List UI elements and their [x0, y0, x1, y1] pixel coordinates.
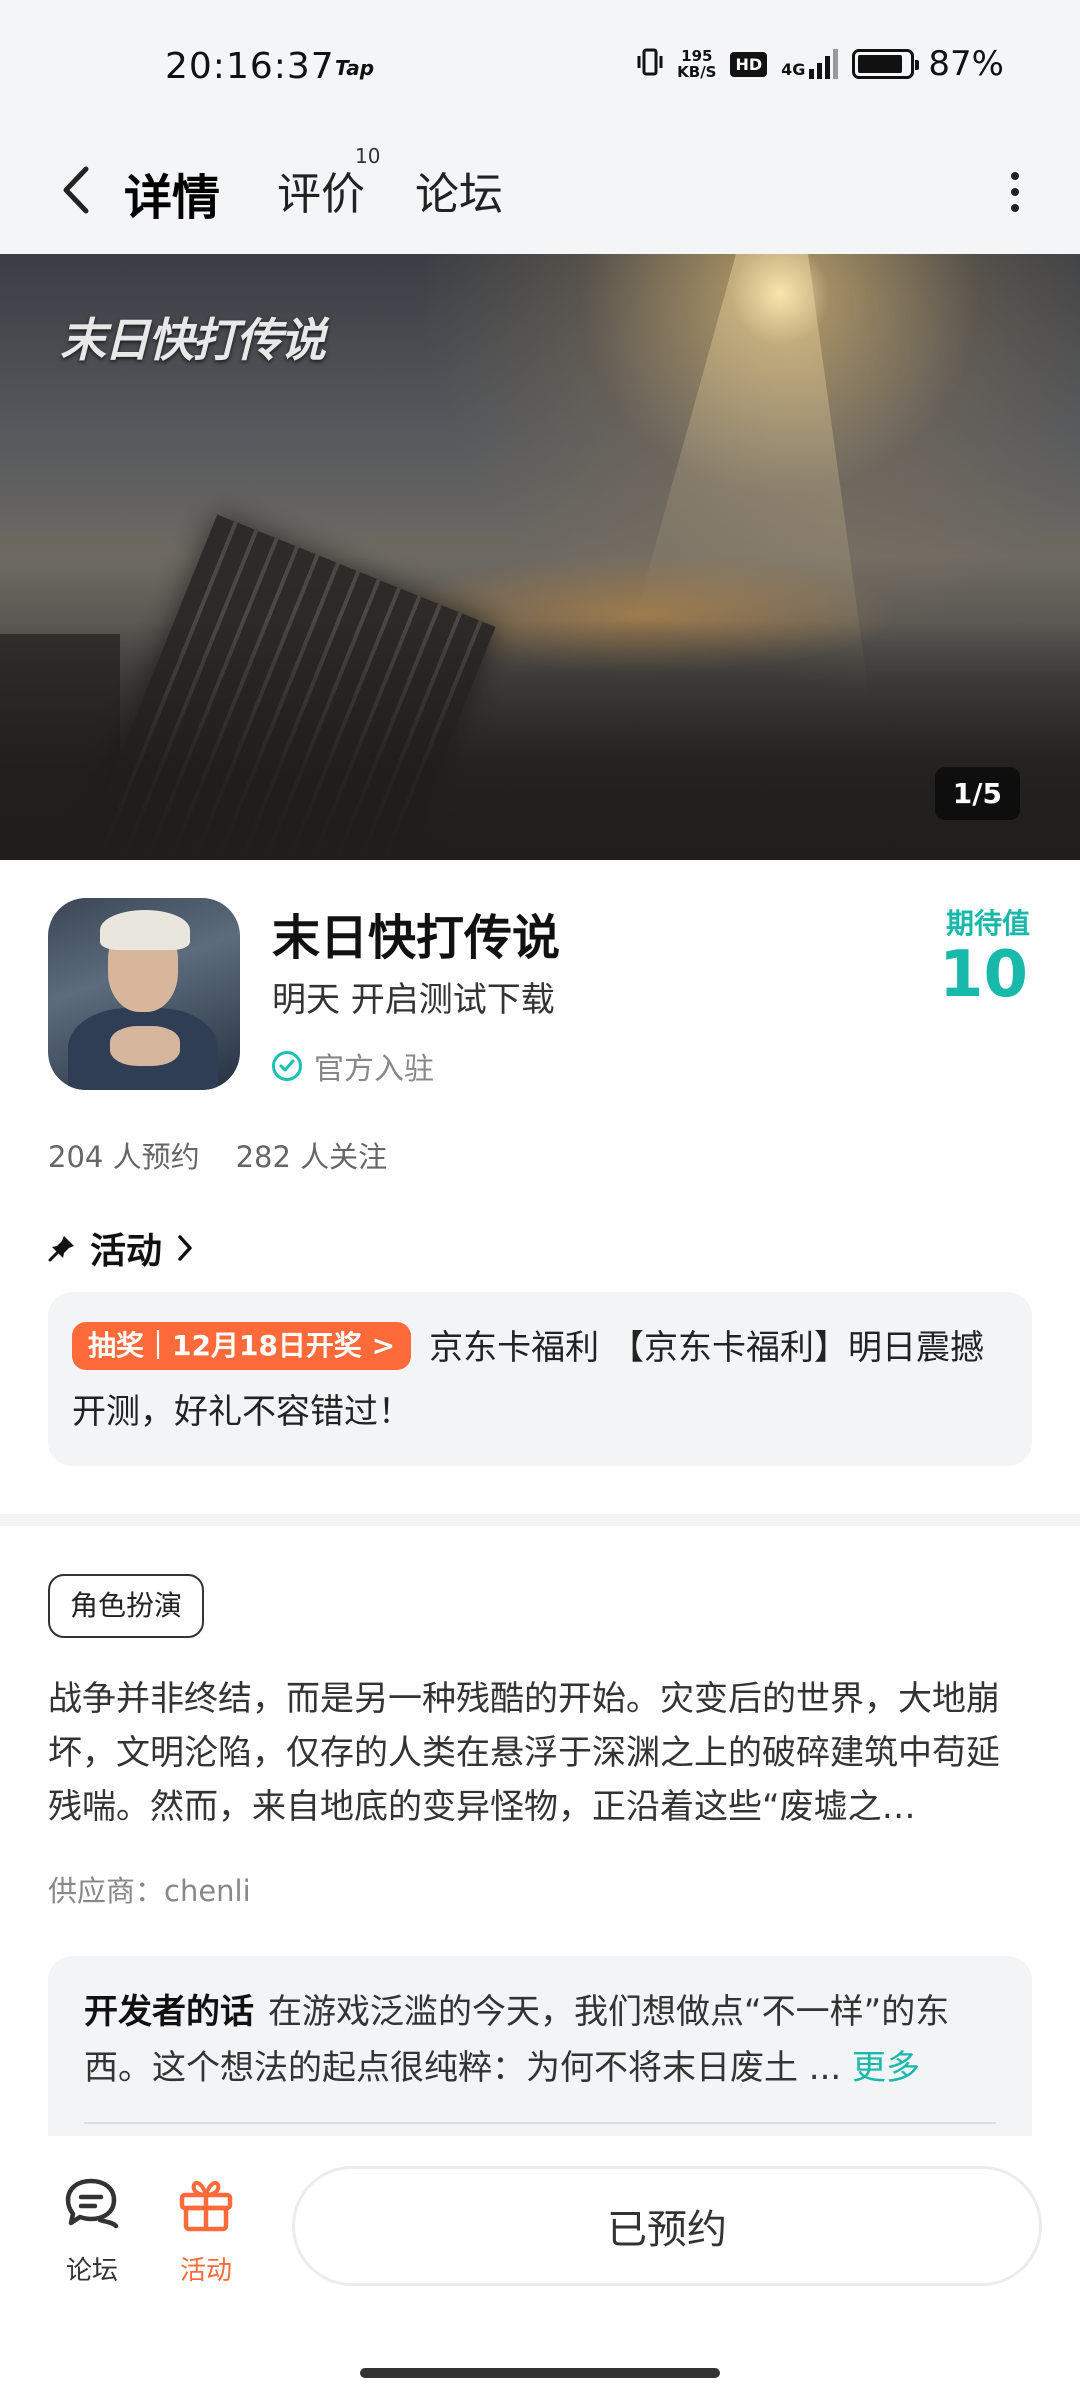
- supplier-label: 供应商：chenli: [48, 1874, 251, 1908]
- net-speed: 195 KB/S: [677, 48, 716, 80]
- activity-content: 抽奖｜12月18日开奖 > 京东卡福利 【京东卡福利】明日震撼开测，好礼不容错过！: [72, 1316, 1008, 1444]
- back-arrow-icon[interactable]: [50, 160, 100, 220]
- game-app-icon: [48, 898, 240, 1090]
- bottom-activity-button[interactable]: 活动: [156, 2172, 256, 2287]
- hd-icon: HD: [730, 51, 768, 77]
- genre-tag[interactable]: 角色扮演: [48, 1574, 205, 1638]
- lottery-tag: 抽奖｜12月18日开奖 >: [72, 1322, 412, 1370]
- game-description[interactable]: 战争并非终结，而是另一种残酷的开始。灾变后的世界，大地崩坏，文明沦陷，仅存的人类…: [48, 1672, 1032, 1834]
- tab-review[interactable]: 评价: [277, 158, 365, 222]
- battery-percent: 87%: [928, 44, 1004, 84]
- official-badge: 官方入驻: [272, 1044, 434, 1088]
- tab-detail-label: 详情: [124, 170, 221, 226]
- top-nav: 详情 评价 10 论坛: [0, 130, 1080, 254]
- battery-icon: [852, 49, 920, 79]
- net-speed-unit: KB/S: [677, 63, 717, 81]
- status-time: 20:16:37: [165, 46, 335, 87]
- status-icons: 195 KB/S HD 4G 87%: [637, 44, 1004, 84]
- developer-note: 开发者的话 在游戏泛滥的今天，我们想做点“不一样”的东西。这个想法的起点很纯粹：为…: [84, 1984, 996, 2096]
- network-type: 4G: [781, 60, 806, 79]
- bottom-forum-button[interactable]: 论坛: [42, 2172, 142, 2287]
- network-4g-icon: 4G: [781, 49, 839, 79]
- forum-chat-icon: [60, 2172, 124, 2236]
- game-title: 末日快打传说: [272, 910, 561, 966]
- game-subtitle: 明天 开启测试下载: [272, 980, 555, 1020]
- tab-review-label: 评价: [277, 169, 365, 220]
- gift-icon: [174, 2172, 238, 2236]
- check-circle-icon: [272, 1051, 302, 1081]
- tap-notification-icon: Tap: [335, 56, 375, 80]
- screenshot-carousel[interactable]: 末日快打传说 1/5: [0, 254, 1080, 860]
- tab-forum-label: 论坛: [415, 169, 503, 220]
- activity-title: 活动: [90, 1231, 163, 1272]
- tab-forum[interactable]: 论坛: [415, 158, 503, 222]
- activity-label: 活动: [179, 2256, 232, 2286]
- developer-note-card[interactable]: 开发者的话 在游戏泛滥的今天，我们想做点“不一样”的东西。这个想法的起点很纯粹：为…: [48, 1956, 1032, 2136]
- section-divider: [0, 1514, 1080, 1526]
- chevron-right-icon: [176, 1233, 198, 1263]
- status-bar: 20:16:37 Tap 195 KB/S HD 4G 87%: [0, 0, 1080, 130]
- activity-card[interactable]: 抽奖｜12月18日开奖 > 京东卡福利 【京东卡福利】明日震撼开测，好礼不容错过！: [48, 1292, 1032, 1466]
- banner-ground: [0, 620, 1080, 860]
- game-stats: 204 人预约 282 人关注: [48, 1134, 387, 1176]
- official-label: 官方入驻: [314, 1052, 434, 1087]
- bottom-action-bar: 论坛 活动 已预约: [0, 2136, 1080, 2400]
- vibrate-icon: [637, 47, 663, 81]
- reserved-button[interactable]: 已预约: [292, 2166, 1042, 2286]
- reservation-count: 204 人预约: [48, 1140, 200, 1174]
- forum-label: 论坛: [65, 2256, 118, 2286]
- signal-icon: [809, 49, 839, 79]
- expect-value: 10: [938, 938, 1028, 1012]
- home-indicator[interactable]: [360, 2368, 720, 2378]
- more-options-icon[interactable]: [1000, 164, 1030, 220]
- game-logo: 末日快打传说: [60, 313, 326, 367]
- activity-header[interactable]: 活动: [48, 1222, 198, 1274]
- carousel-counter: 1/5: [934, 767, 1020, 820]
- more-link[interactable]: 更多: [852, 2048, 920, 2088]
- tab-detail[interactable]: 详情: [122, 158, 223, 228]
- review-count-badge: 10: [355, 144, 381, 168]
- developer-note-title: 开发者的话: [84, 1992, 254, 2032]
- follower-count: 282 人关注: [235, 1140, 388, 1174]
- expect-label: 期待值: [945, 907, 1030, 940]
- pin-icon: [48, 1234, 76, 1262]
- developer-card-divider: [84, 2122, 996, 2124]
